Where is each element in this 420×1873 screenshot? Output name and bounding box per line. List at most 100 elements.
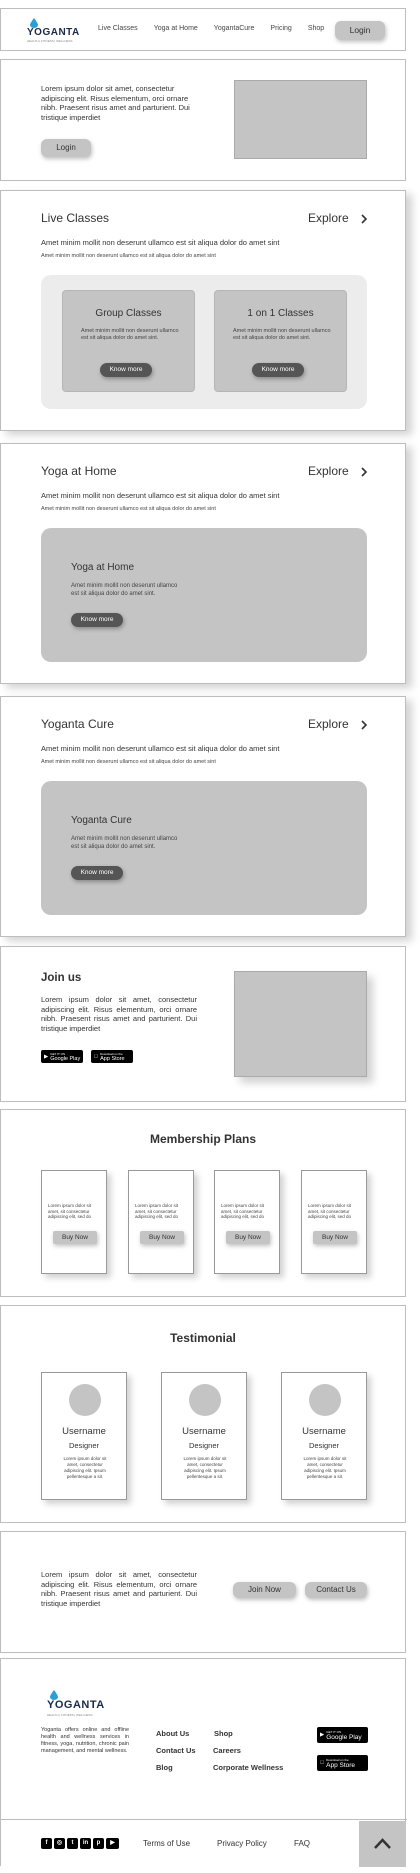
testimonial-username: Username <box>62 1426 106 1437</box>
nav-link-yoga-at-home[interactable]: Yoga at Home <box>154 25 198 32</box>
section-subtitle: Amet minim mollit non deserunt ullamco e… <box>41 744 280 753</box>
brand-tagline: HEALTH | FITNESS | WELLNESS <box>47 1713 93 1717</box>
join-us-section: Join us Lorem ipsum dolor sit amet, cons… <box>0 946 406 1102</box>
social-links: f ◎ t in p ▶ <box>41 1838 119 1849</box>
testimonial-role: Designer <box>308 1441 339 1450</box>
terms-of-use-link[interactable]: Terms of Use <box>143 1839 190 1848</box>
explore-link[interactable]: Explore <box>308 211 349 225</box>
footer-logo[interactable]: YOGANTA HEALTH | FITNESS | WELLNESS <box>39 1689 104 1719</box>
facebook-icon[interactable]: f <box>41 1838 52 1849</box>
feature-panel: Yoganta Cure Amet minim mollit non deser… <box>41 781 367 915</box>
nav-link-shop[interactable]: Shop <box>308 25 324 32</box>
testimonial-username: Username <box>182 1426 226 1437</box>
feature-desc: Amet minim mollit non deserunt ullamco e… <box>71 583 178 597</box>
contact-us-button[interactable]: Contact Us <box>305 1582 367 1598</box>
footer: YOGANTA HEALTH | FITNESS | WELLNESS Yoga… <box>0 1658 407 1867</box>
footer-link-shop[interactable]: Shop <box>214 1729 233 1738</box>
plan-desc: Lorem ipsum dolor sit amet, sit consecte… <box>221 1203 265 1219</box>
google-play-badge[interactable]: ▶ GET IT ON Google Play <box>317 1727 368 1743</box>
plan-card: Lorem ipsum dolor sit amet, sit consecte… <box>41 1170 107 1274</box>
hero-section: Lorem ipsum dolor sit amet, consectetur … <box>0 59 406 181</box>
testimonial-card: Username Designer Lorem ipsum dolor sit … <box>281 1372 367 1500</box>
feature-desc: Amet minim mollit non deserunt ullamco e… <box>71 836 178 850</box>
class-card: Group Classes Amet minim mollit non dese… <box>62 290 195 392</box>
youtube-icon[interactable]: ▶ <box>106 1838 119 1849</box>
know-more-button[interactable]: Know more <box>252 363 304 377</box>
chevron-right-icon[interactable] <box>359 719 369 731</box>
explore-link[interactable]: Explore <box>308 717 349 731</box>
footer-link-careers[interactable]: Careers <box>213 1746 241 1755</box>
hero-text: Lorem ipsum dolor sit amet, consectetur … <box>41 84 190 122</box>
app-store-badge[interactable]:  Download on the App Store <box>91 1050 133 1063</box>
testimonial-section: Testimonial Username Designer Lorem ipsu… <box>0 1305 406 1523</box>
join-text: Lorem ipsum dolor sit amet, consectetur … <box>41 995 197 1033</box>
buy-now-button[interactable]: Buy Now <box>226 1231 270 1244</box>
back-to-top-button[interactable] <box>359 1821 406 1867</box>
google-play-icon: ▶ <box>44 1053 49 1060</box>
footer-link-corporate-wellness[interactable]: Corporate Wellness <box>213 1763 283 1772</box>
instagram-icon[interactable]: ◎ <box>54 1838 65 1849</box>
avatar <box>69 1384 101 1416</box>
hero-image-placeholder <box>234 80 367 159</box>
footer-bottom-bar: f ◎ t in p ▶ Terms of Use Privacy Policy… <box>1 1819 407 1867</box>
join-image-placeholder <box>234 971 367 1077</box>
brand-name: YOGANTA <box>27 27 80 38</box>
testimonial-text: Lorem ipsum dolor sit amet, consectetur … <box>303 1456 347 1479</box>
testimonial-title: Testimonial <box>170 1331 236 1345</box>
class-card-title: Group Classes <box>95 308 162 319</box>
footer-link-blog[interactable]: Blog <box>156 1763 173 1772</box>
hero-login-button[interactable]: Login <box>41 139 91 157</box>
yoga-at-home-section: Yoga at Home Explore Amet minim mollit n… <box>0 443 406 684</box>
brand-name: YOGANTA <box>47 1699 105 1711</box>
testimonial-card: Username Designer Lorem ipsum dolor sit … <box>41 1372 127 1500</box>
live-classes-section: Live Classes Explore Amet minim mollit n… <box>0 190 406 431</box>
testimonial-username: Username <box>302 1426 346 1437</box>
buy-now-button[interactable]: Buy Now <box>140 1231 184 1244</box>
cta-section: Lorem ipsum dolor sit amet, consectetur … <box>0 1531 406 1653</box>
linkedin-icon[interactable]: in <box>80 1838 91 1849</box>
avatar <box>309 1384 341 1416</box>
membership-title: Membership Plans <box>149 1132 257 1146</box>
footer-link-contact-us[interactable]: Contact Us <box>156 1746 196 1755</box>
know-more-button[interactable]: Know more <box>100 363 152 377</box>
join-title: Join us <box>41 972 82 984</box>
plan-desc: Lorem ipsum dolor sit amet, sit consecte… <box>135 1203 179 1219</box>
twitter-icon[interactable]: t <box>67 1838 78 1849</box>
class-card-desc: Amet minim mollit non deserunt ullamco e… <box>233 328 331 341</box>
class-card: 1 on 1 Classes Amet minim mollit non des… <box>214 290 347 392</box>
know-more-button[interactable]: Know more <box>71 866 123 880</box>
testimonial-text: Lorem ipsum dolor sit amet, consectetur … <box>183 1456 227 1479</box>
chevron-right-icon[interactable] <box>359 213 369 225</box>
faq-link[interactable]: FAQ <box>294 1839 310 1848</box>
feature-title: Yoga at Home <box>71 562 135 573</box>
nav-link-pricing[interactable]: Pricing <box>270 25 291 32</box>
brand-logo[interactable]: YOGANTA HEALTH | FITNESS | WELLNESS <box>19 17 80 45</box>
chevron-right-icon[interactable] <box>359 466 369 478</box>
nav-link-yogantacure[interactable]: YogantaCure <box>214 25 255 32</box>
nav-login-button[interactable]: Login <box>335 21 385 40</box>
explore-link[interactable]: Explore <box>308 464 349 478</box>
buy-now-button[interactable]: Buy Now <box>53 1231 97 1244</box>
plan-desc: Lorem ipsum dolor sit amet, sit consecte… <box>308 1203 352 1219</box>
section-title: Live Classes <box>41 211 110 225</box>
testimonial-role: Designer <box>188 1441 219 1450</box>
google-play-badge[interactable]: ▶ GET IT ON Google Play <box>41 1050 83 1063</box>
feature-title: Yoganta Cure <box>71 815 132 826</box>
footer-link-about-us[interactable]: About Us <box>156 1729 189 1738</box>
class-card-title: 1 on 1 Classes <box>247 308 314 319</box>
know-more-button[interactable]: Know more <box>71 613 123 627</box>
plan-card: Lorem ipsum dolor sit amet, sit consecte… <box>128 1170 194 1274</box>
buy-now-button[interactable]: Buy Now <box>313 1231 357 1244</box>
apple-icon:  <box>320 1760 324 1766</box>
app-store-badge[interactable]:  Download on the App Store <box>317 1755 368 1771</box>
class-card-desc: Amet minim mollit non deserunt ullamco e… <box>81 328 179 341</box>
yoganta-cure-section: Yoganta Cure Explore Amet minim mollit n… <box>0 696 406 937</box>
privacy-policy-link[interactable]: Privacy Policy <box>217 1839 267 1848</box>
testimonial-text: Lorem ipsum dolor sit amet, consectetur … <box>63 1456 107 1479</box>
join-now-button[interactable]: Join Now <box>233 1582 296 1598</box>
section-title: Yoga at Home <box>41 464 117 478</box>
nav-link-live-classes[interactable]: Live Classes <box>98 25 138 32</box>
pinterest-icon[interactable]: p <box>93 1838 104 1849</box>
membership-section: Membership Plans Lorem ipsum dolor sit a… <box>0 1109 406 1297</box>
section-caption: Amet minim mollit non deserunt ullamco e… <box>41 253 216 259</box>
